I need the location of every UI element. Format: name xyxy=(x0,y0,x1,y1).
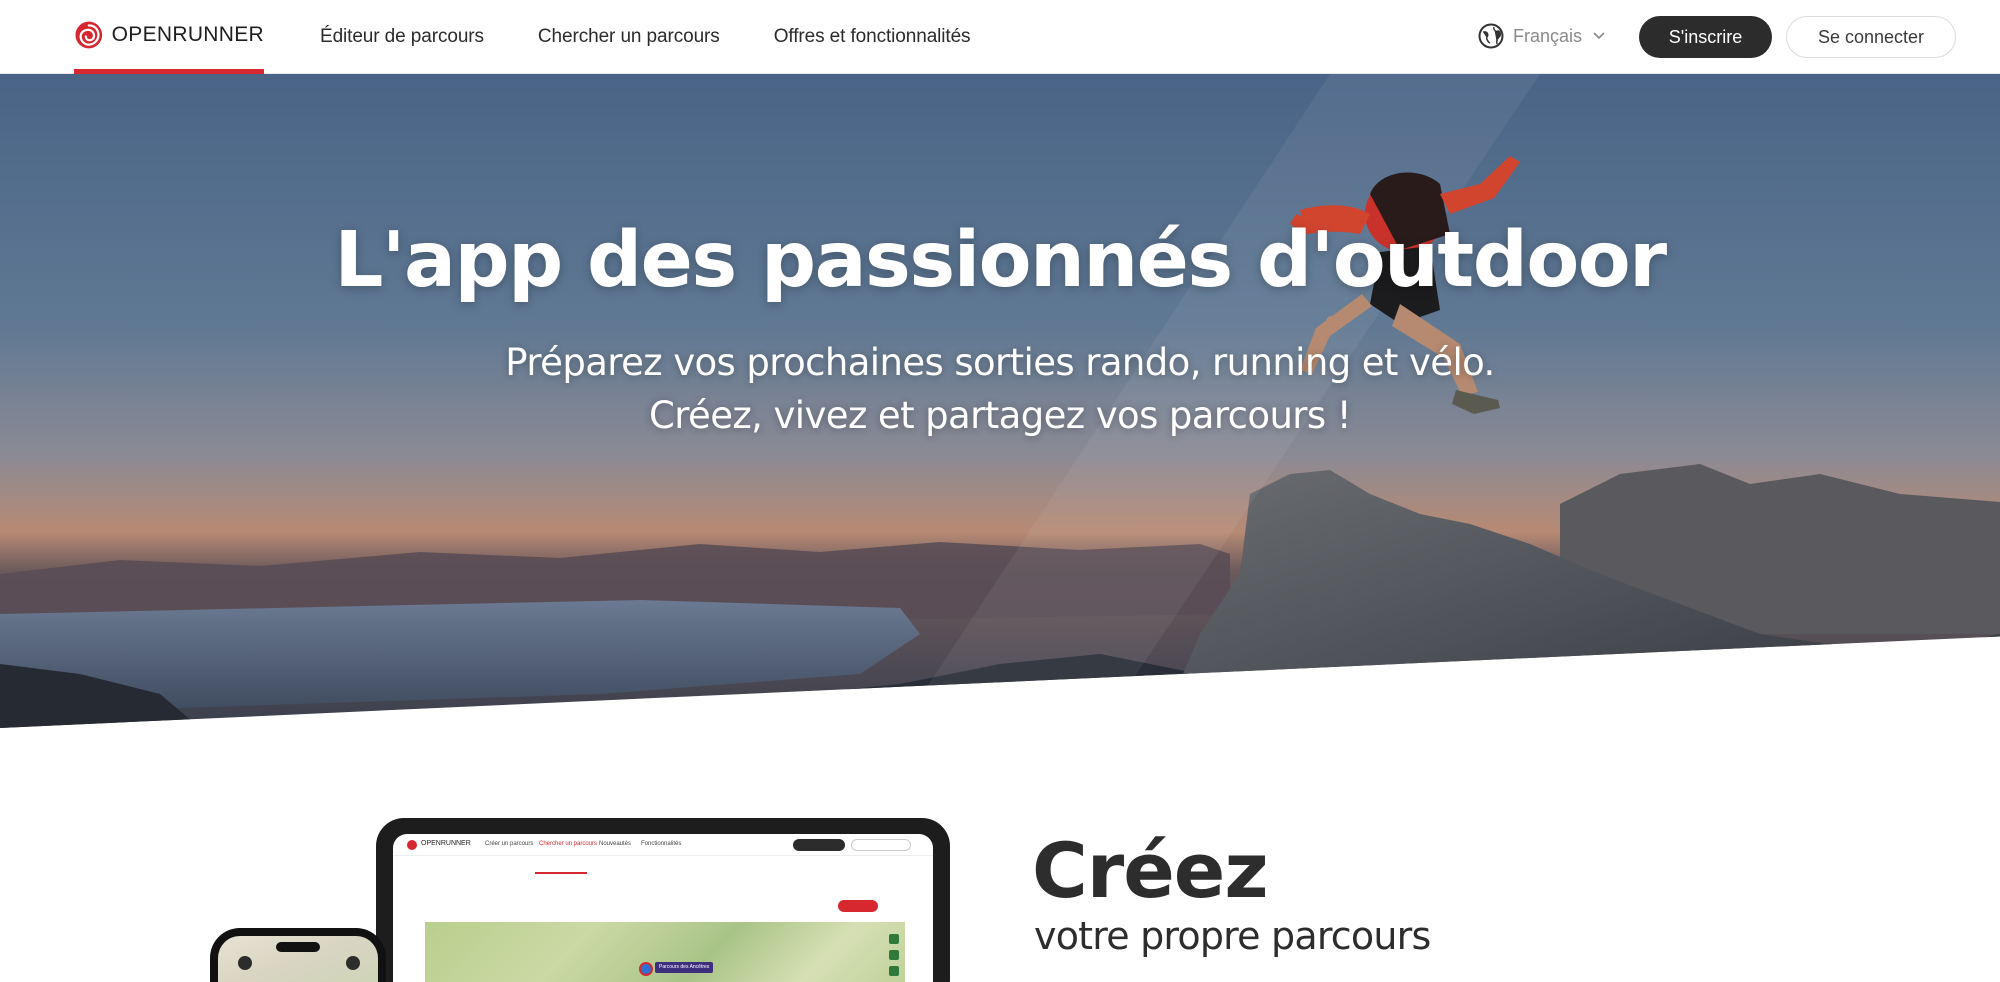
brand-name: OPENRUNNER xyxy=(111,22,264,46)
top-navigation-bar: OPENRUNNER Éditeur de parcours Chercher … xyxy=(0,0,2000,74)
phone-mockup xyxy=(210,928,386,982)
mockup-login-pill xyxy=(851,839,911,851)
hero-subtitle-line-1: Préparez vos prochaines sorties rando, r… xyxy=(505,341,1495,384)
mockup-nav-search: Chercher un parcours xyxy=(539,841,598,847)
login-button[interactable]: Se connecter xyxy=(1786,16,1956,58)
openrunner-swirl-icon xyxy=(75,21,103,48)
mockup-map-pin-icon xyxy=(639,962,653,976)
hero-subtitle: Préparez vos prochaines sorties rando, r… xyxy=(0,336,2000,442)
feature-title: Créez xyxy=(1032,826,1269,915)
mockup-nav-features: Fonctionnalités xyxy=(641,841,682,847)
mockup-zoom-out-icon xyxy=(889,950,899,960)
globe-icon xyxy=(1478,23,1504,49)
nav-offers-features[interactable]: Offres et fonctionnalités xyxy=(774,26,971,48)
mockup-zoom-in-icon xyxy=(889,934,899,944)
mockup-map-label: Parcours des Ancêtres xyxy=(655,962,714,973)
mockup-layers-icon xyxy=(889,966,899,976)
tablet-screen: OPENRUNNER Créer un parcours Chercher un… xyxy=(393,834,933,982)
tablet-mockup: OPENRUNNER Créer un parcours Chercher un… xyxy=(376,818,950,982)
mockup-logo-text: OPENRUNNER xyxy=(421,840,471,847)
hero-banner: L'app des passionnés d'outdoor Préparez … xyxy=(0,74,2000,728)
hero-title: L'app des passionnés d'outdoor xyxy=(334,216,1667,305)
mockup-nav-create: Créer un parcours xyxy=(485,841,534,847)
nav-search-route[interactable]: Chercher un parcours xyxy=(538,26,720,48)
phone-back-icon xyxy=(238,956,252,970)
mockup-signup-pill xyxy=(793,839,845,851)
phone-notch xyxy=(276,942,320,952)
language-label: Français xyxy=(1513,25,1583,46)
mockup-logo-icon xyxy=(407,840,417,850)
phone-screen xyxy=(218,936,378,982)
nav-route-editor[interactable]: Éditeur de parcours xyxy=(320,26,484,48)
mockup-active-underline xyxy=(535,872,587,874)
language-selector[interactable]: Français xyxy=(1478,20,1605,52)
feature-subtitle: votre propre parcours xyxy=(1034,914,1431,958)
signup-button[interactable]: S'inscrire xyxy=(1639,16,1772,58)
hero-subtitle-line-2: Créez, vivez et partagez vos parcours ! xyxy=(649,394,1352,437)
chevron-down-icon xyxy=(1593,32,1605,40)
mockup-map xyxy=(425,922,905,982)
phone-compass-icon xyxy=(346,956,360,970)
mockup-save-pill xyxy=(838,900,878,912)
main-nav: Éditeur de parcours Chercher un parcours… xyxy=(320,0,971,74)
mockup-header: OPENRUNNER Créer un parcours Chercher un… xyxy=(393,834,933,856)
mockup-nav-news: Nouveautés xyxy=(599,841,632,847)
openrunner-logo[interactable]: OPENRUNNER xyxy=(74,0,264,74)
